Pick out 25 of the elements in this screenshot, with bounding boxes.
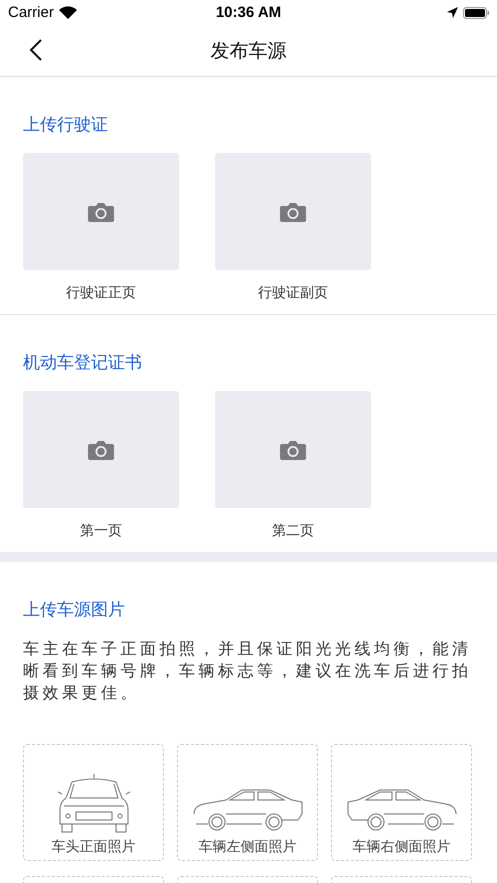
section-title: 上传行驶证 xyxy=(23,114,109,136)
carrier-label: Carrier xyxy=(8,4,54,21)
camera-icon xyxy=(279,438,307,460)
car-photo-slot[interactable]: 车头正面照片 xyxy=(23,744,164,861)
photo-upload-tile[interactable] xyxy=(23,153,179,270)
camera-icon xyxy=(87,438,115,460)
tile-caption: 行驶证正页 xyxy=(66,284,136,302)
photo-upload-tile[interactable] xyxy=(23,391,179,508)
instruction-text: 车主在车子正面拍照，并且保证阳光光线均衡，能清晰看到车辆号牌，车辆标志等，建议在洗车后进行拍摄效果更佳。 xyxy=(23,638,472,704)
car-photo-slot[interactable]: 车辆右侧面照片 xyxy=(331,744,472,861)
battery-icon xyxy=(463,6,489,18)
car-photo-slot[interactable]: 车辆左侧面照片 xyxy=(177,744,318,861)
camera-icon xyxy=(279,200,307,222)
section-title: 上传车源图片 xyxy=(23,599,126,621)
section-title: 机动车登记证书 xyxy=(23,352,143,374)
tile-caption: 行驶证副页 xyxy=(258,284,328,302)
clock-time: 10:36 AM xyxy=(216,4,282,21)
location-arrow-icon xyxy=(447,7,458,18)
tile-caption: 第一页 xyxy=(80,522,122,540)
tile-caption: 第二页 xyxy=(272,522,314,540)
wifi-icon xyxy=(58,6,77,19)
photo-upload-tile[interactable] xyxy=(215,153,371,270)
photo-upload-tile[interactable] xyxy=(215,391,371,508)
page-title: 发布车源 xyxy=(210,38,286,64)
camera-icon xyxy=(87,200,115,222)
